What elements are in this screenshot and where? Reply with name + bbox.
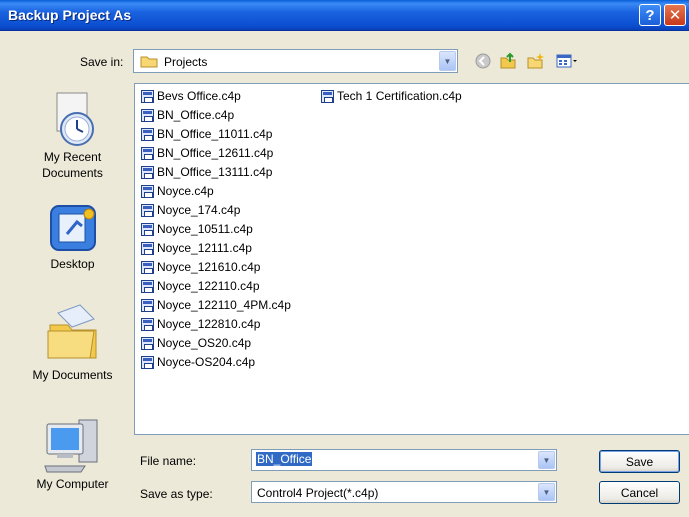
place-label: My Documents [32,368,113,382]
new-folder-icon[interactable] [526,52,544,70]
folder-icon [140,56,158,68]
recent-documents-icon [56,92,94,146]
list-item[interactable]: Tech 1 Certification.c4p [321,87,462,105]
file-list[interactable]: Bevs Office.c4p BN_Office.c4p BN_Office_… [134,83,689,435]
c4p-file-icon [141,241,154,255]
chevron-down-icon[interactable]: ▼ [439,51,456,71]
place-label: My Computer [36,477,109,491]
c4p-file-icon [321,89,334,103]
save-type-dropdown[interactable]: Control4 Project(*.c4p) ▼ [251,481,557,503]
save-in-value: Projects [164,55,208,69]
file-name-value: BN_Office [256,452,313,466]
my-documents-icon [47,304,96,359]
c4p-file-icon [141,317,154,331]
save-type-label: Save as type: [140,487,213,501]
c4p-file-icon [141,355,154,369]
list-item[interactable]: Noyce_174.c4p [141,201,240,219]
c4p-file-icon [141,279,154,293]
place-recent-documents[interactable]: My Recent Documents [19,91,126,181]
save-type-value: Control4 Project(*.c4p) [257,486,379,500]
c4p-file-icon [141,165,154,179]
save-button[interactable]: Save [599,450,680,473]
c4p-file-icon [141,298,154,312]
views-menu-icon[interactable] [555,52,579,70]
place-my-computer[interactable]: My Computer [19,414,126,492]
c4p-file-icon [141,203,154,217]
list-item[interactable]: BN_Office_12611.c4p [141,144,273,162]
list-item[interactable]: Noyce_121610.c4p [141,258,260,276]
cancel-button[interactable]: Cancel [599,481,680,504]
list-item[interactable]: Noyce.c4p [141,182,214,200]
list-item[interactable]: BN_Office_13111.c4p [141,163,272,181]
list-item[interactable]: Noyce_10511.c4p [141,220,253,238]
help-button[interactable]: ? [639,4,661,26]
c4p-file-icon [141,222,154,236]
place-desktop[interactable]: Desktop [19,200,126,272]
list-item[interactable]: BN_Office_11011.c4p [141,125,272,143]
c4p-file-icon [141,89,154,103]
chevron-down-icon: ▼ [538,451,555,469]
place-label: My Recent Documents [42,150,103,180]
list-item[interactable]: Bevs Office.c4p [141,87,241,105]
chevron-down-icon: ▼ [538,483,555,501]
back-icon[interactable] [474,52,492,70]
question-mark-icon: ? [645,6,655,24]
close-icon: ✕ [668,7,682,24]
list-item[interactable]: Noyce-OS204.c4p [141,353,255,371]
title-bar: Backup Project As ? ✕ [0,0,689,31]
c4p-file-icon [141,184,154,198]
place-my-documents[interactable]: My Documents [19,301,126,383]
window-title: Backup Project As [8,7,132,23]
close-button[interactable]: ✕ [664,4,686,26]
places-bar: My Recent Documents Desktop My Documents… [19,83,126,508]
list-item[interactable]: Noyce_12111.c4p [141,239,252,257]
list-item[interactable]: Noyce_122110_4PM.c4p [141,296,291,314]
file-name-history-dropdown[interactable]: ▼ [538,451,555,469]
desktop-icon [49,205,96,251]
my-computer-icon [43,419,97,473]
c4p-file-icon [141,260,154,274]
save-in-dropdown[interactable]: Projects ▼ [133,49,458,73]
file-name-label: File name: [140,454,197,468]
list-item[interactable]: Noyce_122110.c4p [141,277,260,295]
c4p-file-icon [141,336,154,350]
place-label: Desktop [50,257,95,271]
list-item[interactable]: BN_Office.c4p [141,106,234,124]
c4p-file-icon [141,127,154,141]
c4p-file-icon [141,108,154,122]
save-in-label: Save in: [80,55,124,69]
list-item[interactable]: Noyce_OS20.c4p [141,334,251,352]
up-folder-icon[interactable] [499,52,517,70]
list-item[interactable]: Noyce_122810.c4p [141,315,260,333]
file-name-input[interactable]: BN_Office ▼ [251,449,557,471]
c4p-file-icon [141,146,154,160]
